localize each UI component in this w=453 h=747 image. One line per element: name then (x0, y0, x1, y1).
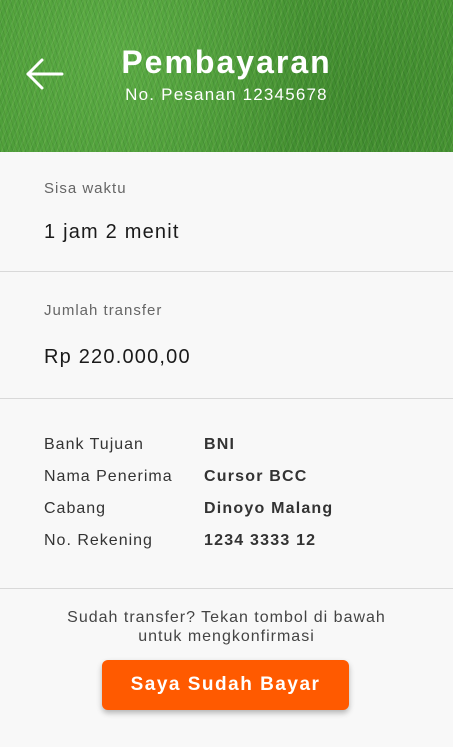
branch-label: Cabang (44, 500, 107, 517)
recipient-value: Cursor BCC (204, 468, 308, 485)
detail-row-branch: Cabang Dinoyo Malang (0, 500, 453, 522)
detail-row-bank: Bank Tujuan BNI (0, 436, 453, 458)
hint-line-1: Sudah transfer? Tekan tombol di bawah (67, 609, 386, 626)
payment-header: Pembayaran No. Pesanan 12345678 (0, 0, 453, 152)
divider (0, 271, 453, 272)
transfer-amount-label: Jumlah transfer (44, 302, 163, 319)
page-title: Pembayaran (121, 44, 332, 80)
divider (0, 588, 453, 589)
hint-line-2: untuk mengkonfirmasi (138, 628, 315, 645)
branch-value: Dinoyo Malang (204, 500, 334, 517)
remaining-time-label: Sisa waktu (44, 180, 127, 197)
transfer-amount-value: Rp 220.000,00 (44, 346, 191, 368)
detail-row-recipient: Nama Penerima Cursor BCC (0, 468, 453, 490)
account-number-value: 1234 3333 12 (204, 532, 317, 549)
account-number-label: No. Rekening (44, 532, 153, 549)
divider (0, 398, 453, 399)
order-number: No. Pesanan 12345678 (125, 85, 328, 104)
confirmation-hint: Sudah transfer? Tekan tombol di bawah un… (0, 608, 453, 646)
confirm-payment-button[interactable]: Saya Sudah Bayar (102, 660, 349, 710)
bank-value: BNI (204, 436, 236, 453)
remaining-time-value: 1 jam 2 menit (44, 221, 180, 243)
detail-row-account: No. Rekening 1234 3333 12 (0, 532, 453, 554)
recipient-label: Nama Penerima (44, 468, 173, 485)
bank-label: Bank Tujuan (44, 436, 144, 453)
